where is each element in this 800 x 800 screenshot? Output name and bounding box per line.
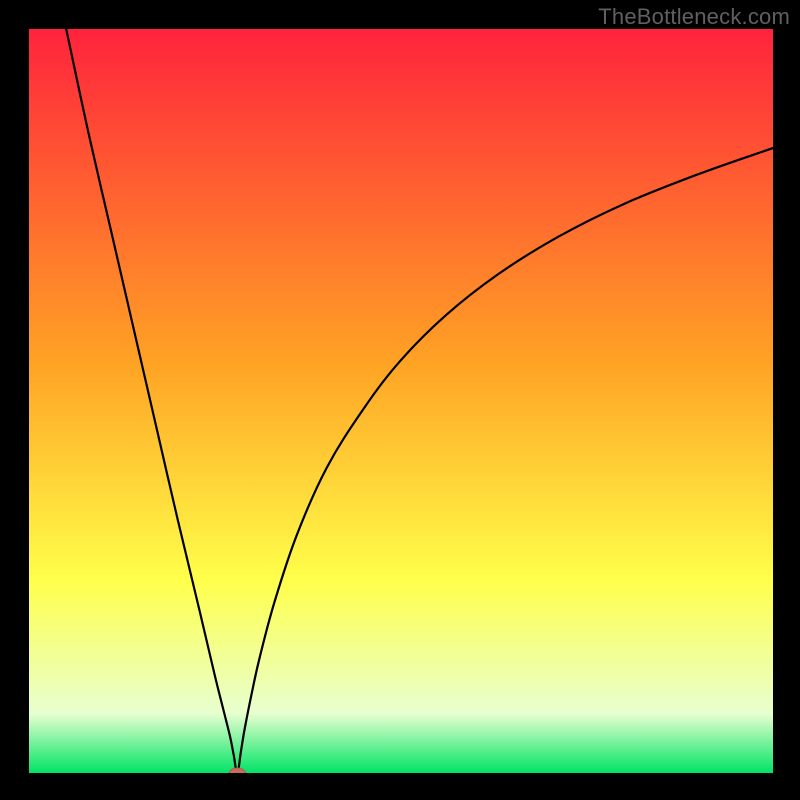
- watermark-text: TheBottleneck.com: [598, 4, 790, 30]
- bottleneck-chart: [0, 0, 800, 800]
- chart-container: { "watermark": "TheBottleneck.com", "col…: [0, 0, 800, 800]
- plot-background: [29, 29, 773, 773]
